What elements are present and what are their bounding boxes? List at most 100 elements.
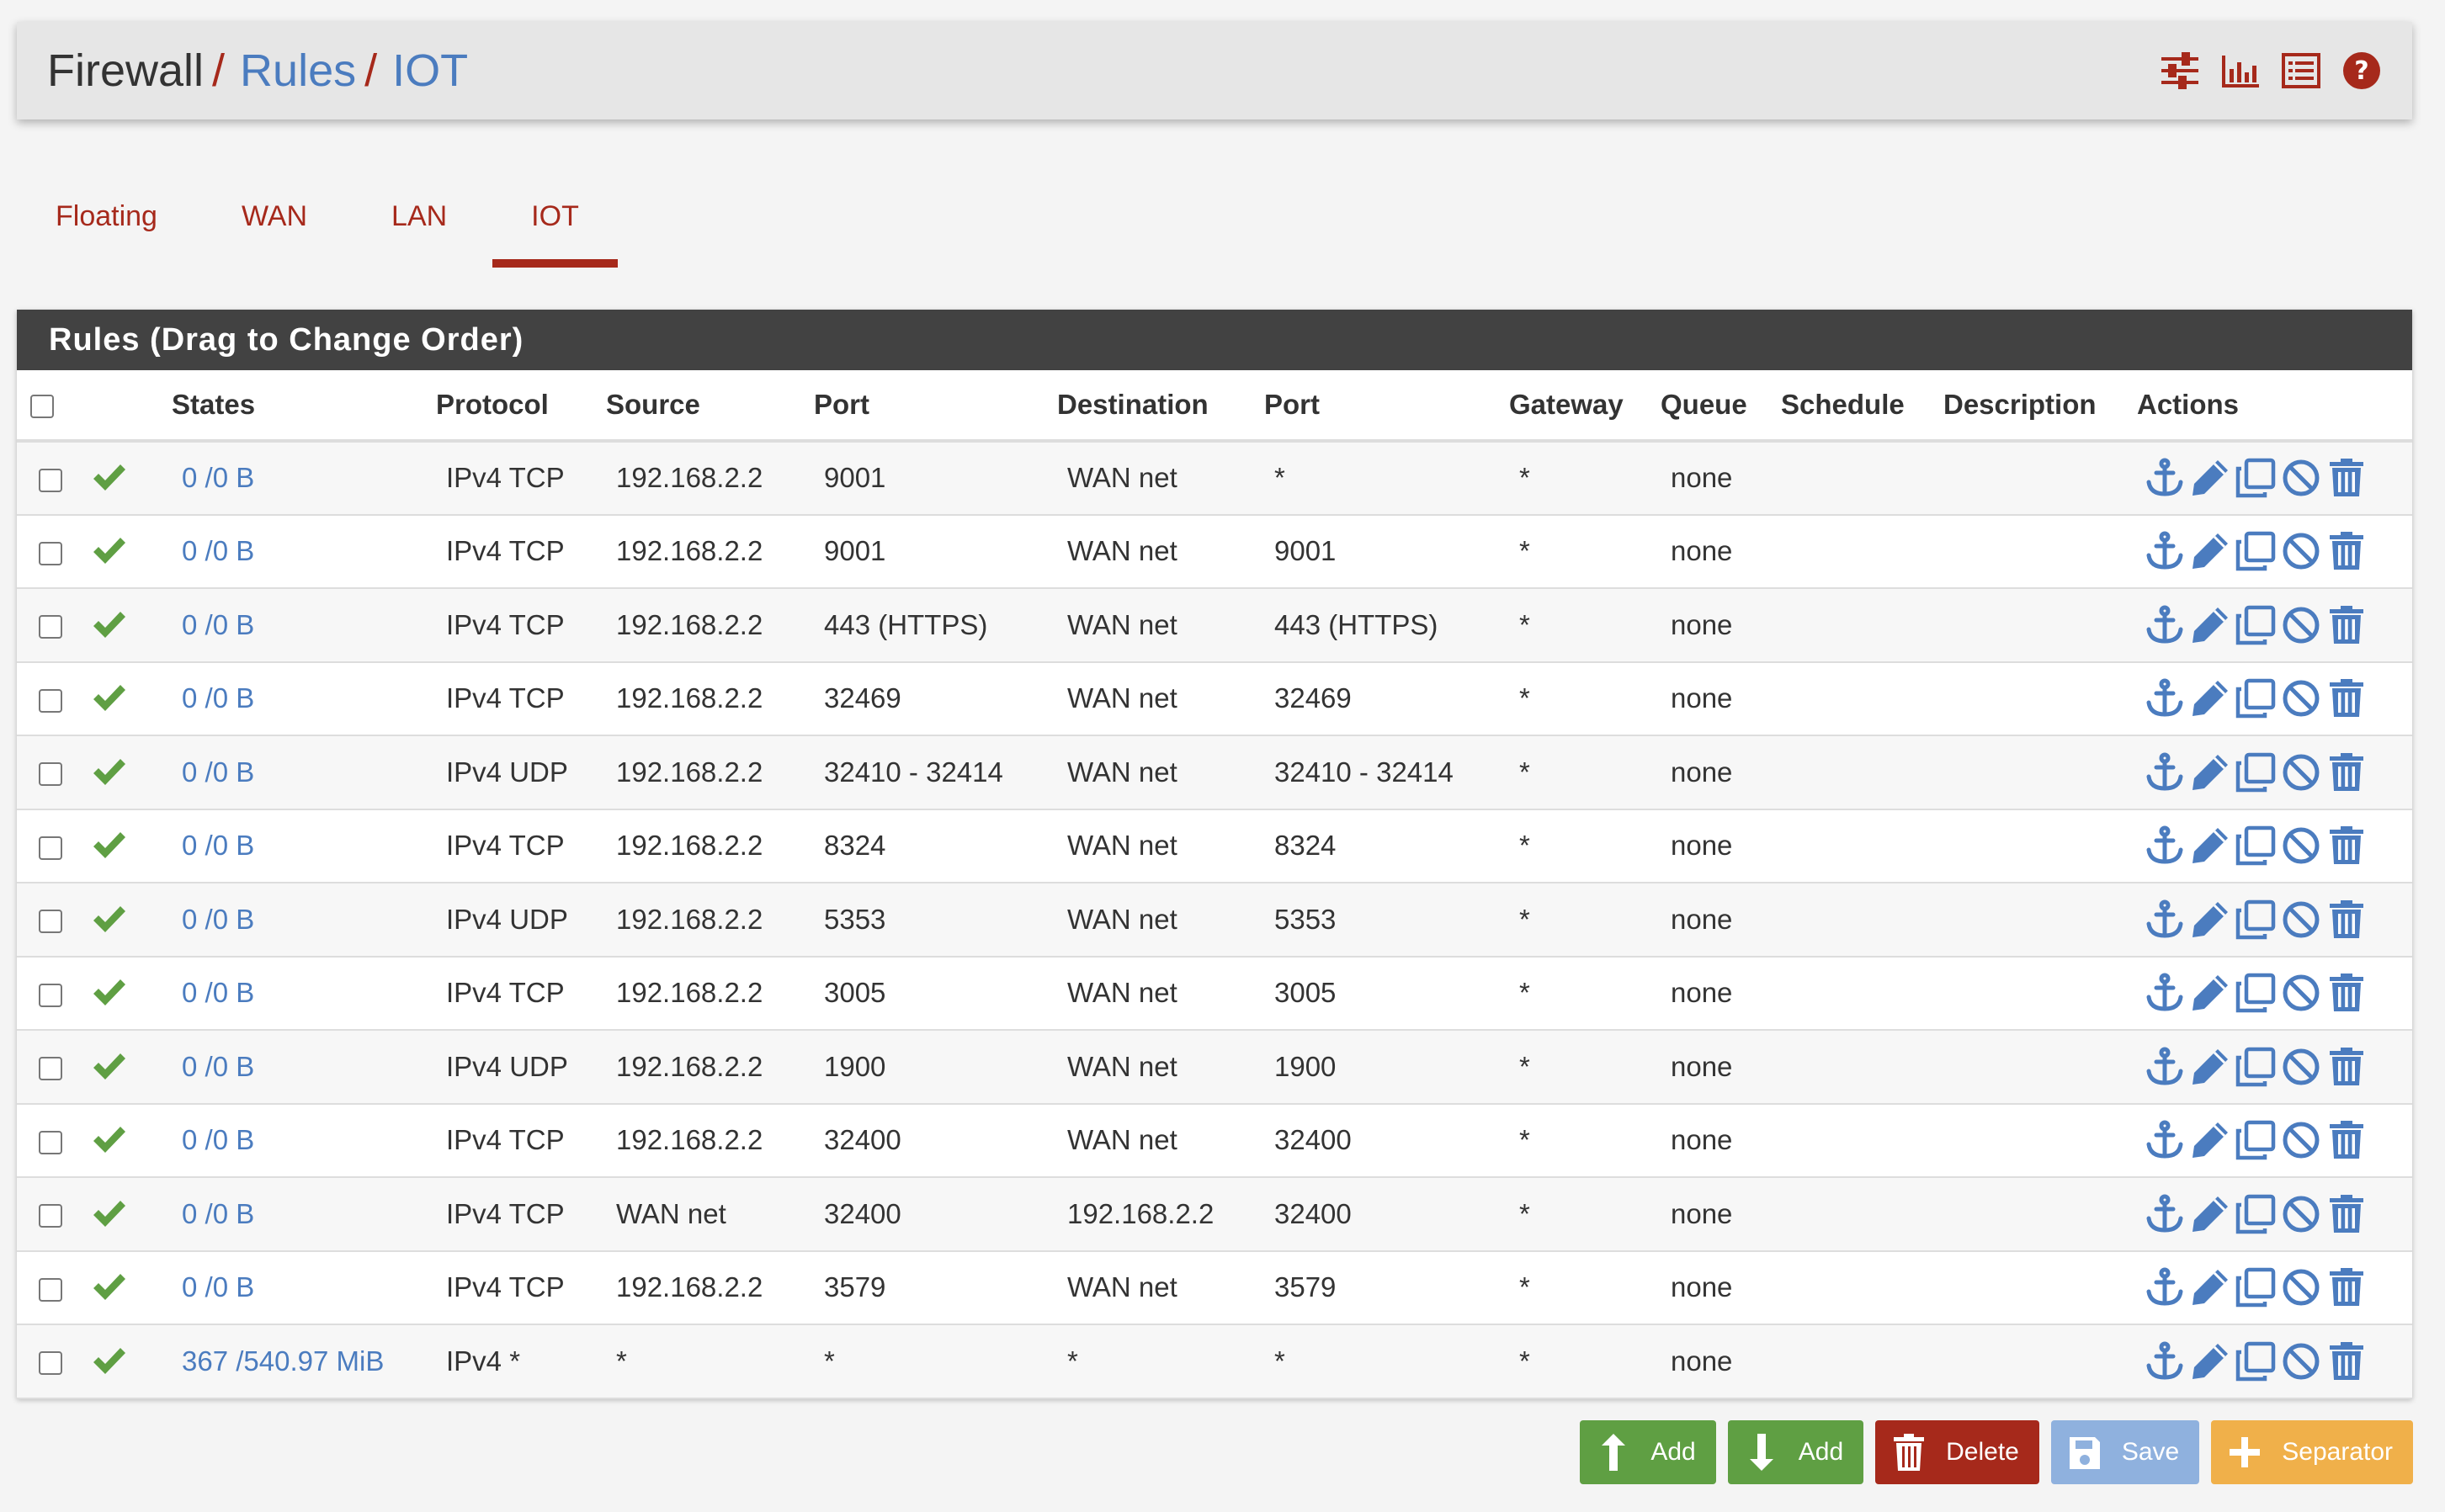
copy-icon[interactable]: [2235, 751, 2277, 793]
pencil-icon[interactable]: [2189, 1266, 2231, 1308]
states-link[interactable]: 0 /0 B: [182, 904, 254, 935]
trash-icon[interactable]: [2325, 1119, 2368, 1161]
row-select-checkbox[interactable]: [39, 1204, 62, 1228]
states-link[interactable]: 0 /0 B: [182, 535, 254, 566]
disable-icon[interactable]: [2280, 1266, 2322, 1308]
pencil-icon[interactable]: [2189, 825, 2231, 867]
delete-button[interactable]: Delete: [1875, 1420, 2039, 1484]
copy-icon[interactable]: [2235, 1046, 2277, 1088]
pencil-icon[interactable]: [2189, 1193, 2231, 1235]
table-row[interactable]: 0 /0 B IPv4 TCP 192.168.2.2 8324 WAN net 8324…: [17, 809, 2412, 883]
trash-icon[interactable]: [2325, 972, 2368, 1014]
states-link[interactable]: 0 /0 B: [182, 462, 254, 493]
copy-icon[interactable]: [2235, 1266, 2277, 1308]
tab-iot[interactable]: IOT: [492, 168, 618, 268]
states-link[interactable]: 0 /0 B: [182, 1124, 254, 1155]
table-row[interactable]: 0 /0 B IPv4 TCP 192.168.2.2 9001 WAN net 9001…: [17, 514, 2412, 589]
row-select-checkbox[interactable]: [39, 1057, 62, 1081]
trash-icon[interactable]: [2325, 825, 2368, 867]
pencil-icon[interactable]: [2189, 899, 2231, 941]
pencil-icon[interactable]: [2189, 1046, 2231, 1088]
table-row[interactable]: 0 /0 B IPv4 UDP 192.168.2.2 32410 - 32414 WA…: [17, 735, 2412, 810]
bar-chart-icon[interactable]: [2220, 50, 2261, 91]
states-link[interactable]: 0 /0 B: [182, 1271, 254, 1302]
disable-icon[interactable]: [2280, 972, 2322, 1014]
disable-icon[interactable]: [2280, 1119, 2322, 1161]
breadcrumb-iot-link[interactable]: IOT: [392, 45, 468, 97]
disable-icon[interactable]: [2280, 677, 2322, 719]
table-row[interactable]: 0 /0 B IPv4 TCP 192.168.2.2 32469 WAN net 324…: [17, 661, 2412, 736]
anchor-icon[interactable]: [2144, 751, 2186, 793]
states-link[interactable]: 0 /0 B: [182, 756, 254, 788]
table-row[interactable]: 0 /0 B IPv4 TCP 192.168.2.2 3005 WAN net 3005…: [17, 956, 2412, 1031]
table-row[interactable]: 0 /0 B IPv4 TCP 192.168.2.2 443 (HTTPS) WAN …: [17, 588, 2412, 663]
trash-icon[interactable]: [2325, 530, 2368, 572]
disable-icon[interactable]: [2280, 1340, 2322, 1382]
copy-icon[interactable]: [2235, 1119, 2277, 1161]
help-icon[interactable]: ?: [2341, 50, 2382, 91]
anchor-icon[interactable]: [2144, 1046, 2186, 1088]
anchor-icon[interactable]: [2144, 825, 2186, 867]
anchor-icon[interactable]: [2144, 604, 2186, 646]
row-select-checkbox[interactable]: [39, 1130, 62, 1154]
row-select-checkbox[interactable]: [39, 983, 62, 1007]
pencil-icon[interactable]: [2189, 1340, 2231, 1382]
row-select-checkbox[interactable]: [39, 688, 62, 713]
states-link[interactable]: 0 /0 B: [182, 609, 254, 640]
anchor-icon[interactable]: [2144, 1266, 2186, 1308]
table-row[interactable]: 0 /0 B IPv4 TCP 192.168.2.2 32400 WAN net 324…: [17, 1103, 2412, 1178]
table-row[interactable]: 0 /0 B IPv4 TCP WAN net 32400 192.168.2.2 324…: [17, 1177, 2412, 1252]
table-row[interactable]: 0 /0 B IPv4 TCP 192.168.2.2 9001 WAN net * * no…: [17, 441, 2412, 516]
copy-icon[interactable]: [2235, 677, 2277, 719]
separator-button[interactable]: Separator: [2211, 1420, 2413, 1484]
trash-icon[interactable]: [2325, 604, 2368, 646]
disable-icon[interactable]: [2280, 825, 2322, 867]
add-bottom-button[interactable]: Add: [1727, 1420, 1864, 1484]
anchor-icon[interactable]: [2144, 1193, 2186, 1235]
trash-icon[interactable]: [2325, 1340, 2368, 1382]
row-select-checkbox[interactable]: [39, 615, 62, 639]
list-icon[interactable]: [2281, 50, 2321, 91]
copy-icon[interactable]: [2235, 899, 2277, 941]
disable-icon[interactable]: [2280, 604, 2322, 646]
copy-icon[interactable]: [2235, 457, 2277, 499]
states-link[interactable]: 0 /0 B: [182, 977, 254, 1008]
disable-icon[interactable]: [2280, 457, 2322, 499]
pencil-icon[interactable]: [2189, 604, 2231, 646]
trash-icon[interactable]: [2325, 899, 2368, 941]
row-select-checkbox[interactable]: [39, 910, 62, 934]
select-all-checkbox[interactable]: [30, 395, 54, 419]
trash-icon[interactable]: [2325, 677, 2368, 719]
disable-icon[interactable]: [2280, 530, 2322, 572]
disable-icon[interactable]: [2280, 751, 2322, 793]
anchor-icon[interactable]: [2144, 972, 2186, 1014]
trash-icon[interactable]: [2325, 1046, 2368, 1088]
trash-icon[interactable]: [2325, 751, 2368, 793]
row-select-checkbox[interactable]: [39, 541, 62, 565]
row-select-checkbox[interactable]: [39, 836, 62, 860]
copy-icon[interactable]: [2235, 1340, 2277, 1382]
table-row[interactable]: 367 /540.97 MiB IPv4 * * * * * * none: [17, 1324, 2412, 1399]
copy-icon[interactable]: [2235, 604, 2277, 646]
row-select-checkbox[interactable]: [39, 468, 62, 492]
anchor-icon[interactable]: [2144, 677, 2186, 719]
breadcrumb-rules-link[interactable]: Rules: [240, 45, 356, 97]
anchor-icon[interactable]: [2144, 1340, 2186, 1382]
anchor-icon[interactable]: [2144, 457, 2186, 499]
trash-icon[interactable]: [2325, 1266, 2368, 1308]
disable-icon[interactable]: [2280, 1046, 2322, 1088]
tab-lan[interactable]: LAN: [353, 168, 486, 268]
pencil-icon[interactable]: [2189, 1119, 2231, 1161]
states-link[interactable]: 0 /0 B: [182, 1198, 254, 1229]
pencil-icon[interactable]: [2189, 457, 2231, 499]
trash-icon[interactable]: [2325, 457, 2368, 499]
anchor-icon[interactable]: [2144, 899, 2186, 941]
disable-icon[interactable]: [2280, 899, 2322, 941]
pencil-icon[interactable]: [2189, 751, 2231, 793]
copy-icon[interactable]: [2235, 825, 2277, 867]
states-link[interactable]: 0 /0 B: [182, 830, 254, 861]
states-link[interactable]: 367 /540.97 MiB: [182, 1345, 384, 1377]
table-row[interactable]: 0 /0 B IPv4 UDP 192.168.2.2 1900 WAN net 1900…: [17, 1030, 2412, 1105]
table-row[interactable]: 0 /0 B IPv4 TCP 192.168.2.2 3579 WAN net 3579…: [17, 1250, 2412, 1325]
pencil-icon[interactable]: [2189, 530, 2231, 572]
